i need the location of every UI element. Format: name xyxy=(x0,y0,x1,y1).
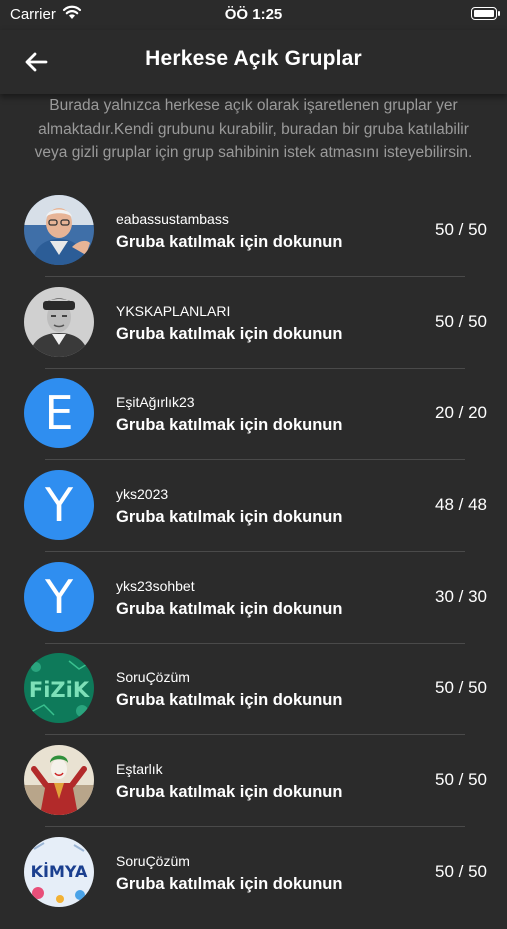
group-row[interactable]: Y yks23sohbet Gruba katılmak için dokunu… xyxy=(0,561,507,654)
group-name: yks2023 xyxy=(116,486,169,503)
join-label: Gruba katılmak için dokunun xyxy=(116,599,343,618)
group-avatar-photo xyxy=(24,745,94,816)
group-name: yks23sohbet xyxy=(116,577,195,594)
status-bar: Carrier ÖÖ 1:25 xyxy=(0,0,507,30)
description-text: Burada yalnızca herkese açık olarak işar… xyxy=(34,97,473,161)
group-avatar-logo: KİMYA xyxy=(24,836,94,907)
group-avatar-letter: Y xyxy=(24,561,94,632)
divider xyxy=(45,826,465,828)
navigation-bar: Herkese Açık Gruplar xyxy=(0,30,507,94)
member-count: 50 / 50 xyxy=(435,678,487,698)
member-count: 50 / 50 xyxy=(435,861,487,881)
group-avatar-logo: FiZiK xyxy=(24,653,94,724)
divider xyxy=(45,276,465,277)
group-avatar-letter: Y xyxy=(24,470,94,541)
group-row[interactable]: FiZiK SoruÇözüm Gruba katılmak için doku… xyxy=(0,653,507,745)
page-title: Herkese Açık Gruplar xyxy=(145,47,362,70)
group-row[interactable]: Y yks2023 Gruba katılmak için dokunun 48… xyxy=(0,470,507,562)
member-count: 50 / 50 xyxy=(435,770,487,790)
group-name: Eştarlık xyxy=(116,761,163,778)
group-row[interactable]: YKSKAPLANLARI Gruba katılmak için dokunu… xyxy=(0,286,507,379)
member-count: 48 / 48 xyxy=(435,495,487,515)
group-name: eabassustambass xyxy=(116,211,229,227)
fizik-logo-text: FiZiK xyxy=(29,678,90,702)
group-name: EşitAğırlık23 xyxy=(116,394,195,411)
join-label: Gruba katılmak için dokunun xyxy=(116,416,343,435)
group-avatar-photo xyxy=(24,195,94,265)
member-count: 50 / 50 xyxy=(435,311,487,331)
group-row[interactable]: Eştarlık Gruba katılmak için dokunun 50 … xyxy=(0,745,507,837)
member-count: 50 / 50 xyxy=(435,220,487,239)
divider xyxy=(45,734,465,736)
divider xyxy=(45,367,465,369)
group-name: SoruÇözüm xyxy=(116,669,190,686)
group-row[interactable]: E EşitAğırlık23 Gruba katılmak için doku… xyxy=(0,378,507,470)
member-count: 20 / 20 xyxy=(435,403,487,423)
join-label: Gruba katılmak için dokunun xyxy=(116,874,343,893)
group-row[interactable]: eabassustambass Gruba katılmak için doku… xyxy=(0,195,507,287)
divider xyxy=(45,551,465,553)
group-avatar-letter: E xyxy=(24,378,94,449)
kimya-logo-text: KİMYA xyxy=(31,862,88,881)
group-name: SoruÇözüm xyxy=(116,852,190,869)
divider xyxy=(45,459,465,461)
battery-icon xyxy=(471,7,500,20)
member-count: 30 / 30 xyxy=(435,586,487,606)
join-label: Gruba katılmak için dokunun xyxy=(116,691,343,710)
status-time: ÖÖ 1:25 xyxy=(224,6,283,23)
join-label: Gruba katılmak için dokunun xyxy=(116,324,343,343)
divider xyxy=(45,642,465,644)
join-label: Gruba katılmak için dokunun xyxy=(116,783,343,802)
group-avatar-photo xyxy=(24,286,94,357)
join-label: Gruba katılmak için dokunun xyxy=(116,508,343,527)
group-row[interactable]: KİMYA SoruÇözüm Gruba katılmak için doku… xyxy=(0,836,507,929)
group-list: eabassustambass Gruba katılmak için doku… xyxy=(0,195,507,929)
group-name: YKSKAPLANLARI xyxy=(116,302,231,319)
join-label: Gruba katılmak için dokunun xyxy=(116,233,343,251)
